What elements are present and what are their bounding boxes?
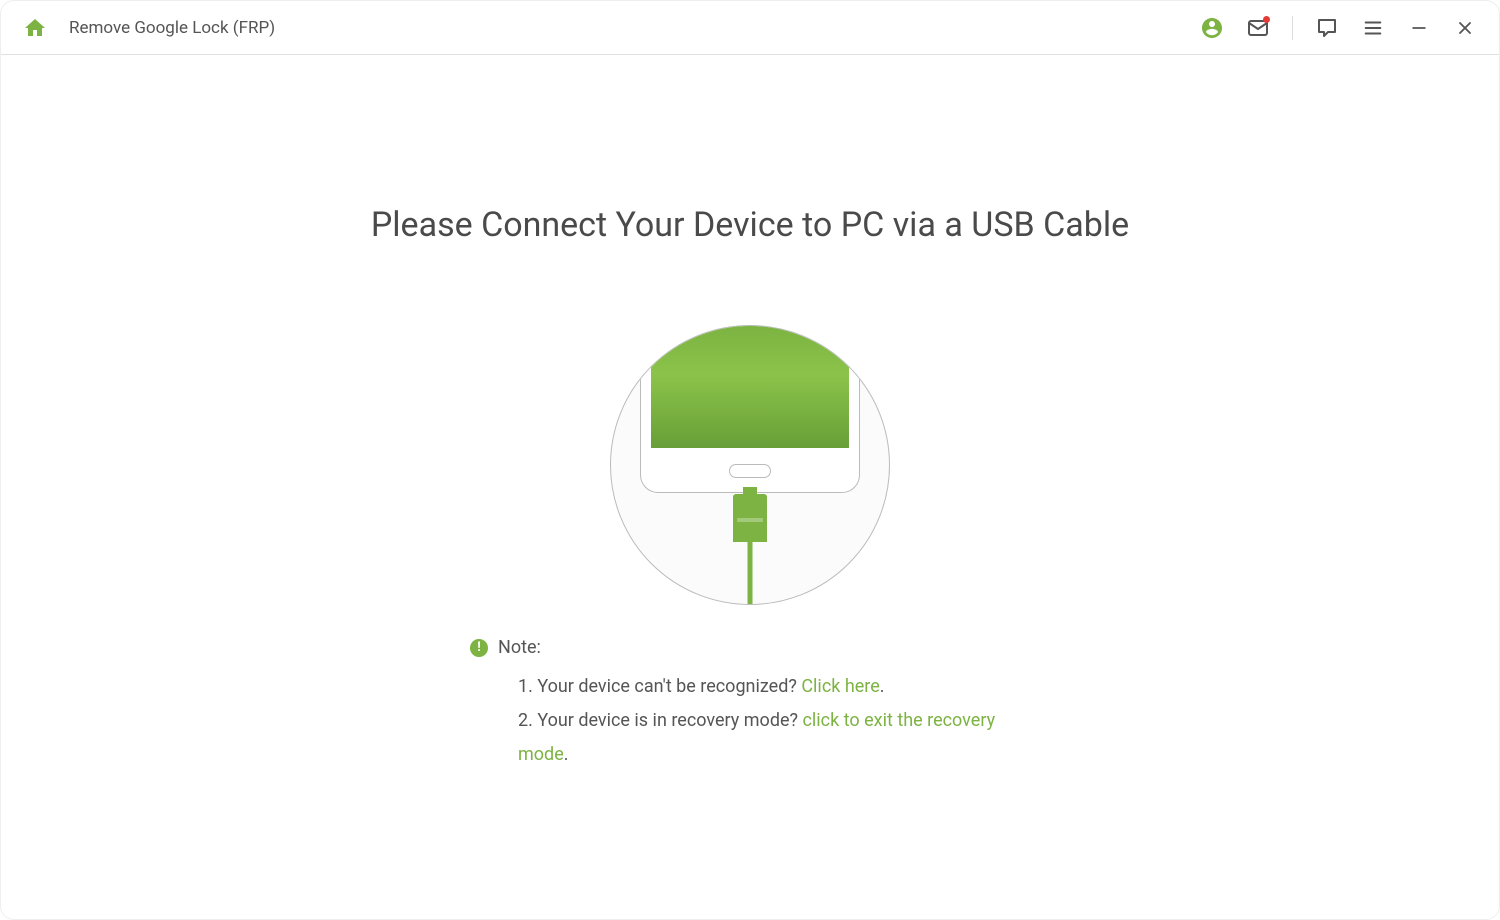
notification-dot-icon <box>1263 16 1270 23</box>
close-button[interactable] <box>1453 16 1477 40</box>
phone-body-icon <box>640 326 860 493</box>
note-label: Note: <box>498 637 541 658</box>
click-here-link[interactable]: Click here <box>801 676 879 697</box>
account-icon <box>1200 15 1224 41</box>
page-title: Remove Google Lock (FRP) <box>69 18 275 38</box>
note-header: ! Note: <box>470 637 1030 658</box>
usb-connector-icon <box>733 494 767 542</box>
note-item-1: 1. Your device can't be recognized? Clic… <box>518 670 1030 704</box>
titlebar-left: Remove Google Lock (FRP) <box>23 16 1200 40</box>
note-section: ! Note: 1. Your device can't be recogniz… <box>470 637 1030 773</box>
note-item-1-suffix: . <box>880 676 885 697</box>
note-list: 1. Your device can't be recognized? Clic… <box>470 670 1030 773</box>
close-icon <box>1455 18 1475 38</box>
phone-home-button-icon <box>729 464 771 478</box>
menu-button[interactable] <box>1361 16 1385 40</box>
home-icon <box>23 15 47 41</box>
usb-cable-icon <box>748 542 753 605</box>
note-item-2-suffix: . <box>564 744 569 765</box>
note-item-1-prefix: 1. <box>518 676 537 697</box>
chat-icon <box>1315 16 1339 40</box>
note-item-1-text: Your device can't be recognized? <box>537 676 801 697</box>
feedback-button[interactable] <box>1315 16 1339 40</box>
mail-button[interactable] <box>1246 16 1270 40</box>
minimize-icon <box>1409 18 1429 38</box>
home-button[interactable] <box>23 16 47 40</box>
minimize-button[interactable] <box>1407 16 1431 40</box>
info-icon: ! <box>470 639 488 657</box>
main-content: Please Connect Your Device to PC via a U… <box>1 55 1499 773</box>
note-item-2: 2. Your device is in recovery mode? clic… <box>518 704 1030 772</box>
titlebar-divider <box>1292 16 1293 40</box>
note-item-2-prefix: 2. <box>518 710 537 731</box>
main-heading: Please Connect Your Device to PC via a U… <box>371 205 1129 245</box>
device-illustration <box>610 325 890 605</box>
note-item-2-text: Your device is in recovery mode? <box>537 710 802 731</box>
titlebar-right <box>1200 16 1477 40</box>
titlebar: Remove Google Lock (FRP) <box>1 1 1499 55</box>
phone-screen-icon <box>651 326 849 448</box>
menu-icon <box>1362 17 1384 39</box>
account-button[interactable] <box>1200 16 1224 40</box>
